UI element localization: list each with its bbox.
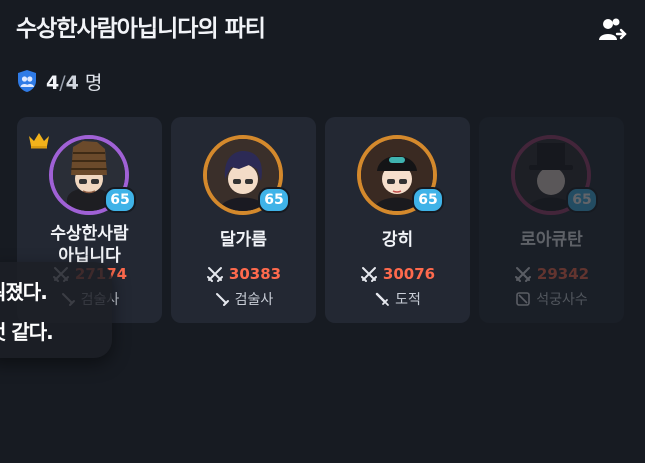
member-power-value: 30383 — [228, 265, 282, 283]
member-combat-power: 30076 — [325, 265, 470, 283]
member-name-line1: 수상한사람 — [50, 224, 129, 244]
party-manage-button[interactable] — [597, 16, 627, 44]
party-title: 수상한사람아닙니다의 파티 — [16, 16, 266, 42]
member-level-badge: 65 — [566, 187, 598, 213]
party-member-card[interactable]: 65 강히 30076 도적 — [325, 117, 470, 323]
member-job: 석궁사수 — [479, 289, 624, 309]
crown-icon — [29, 133, 49, 149]
member-job: 도적 — [325, 289, 470, 309]
member-combat-power: 29342 — [479, 265, 624, 283]
member-job: 검술사 — [171, 289, 316, 309]
crossed-swords-icon — [514, 267, 531, 282]
member-name: 강히 — [381, 230, 414, 250]
party-manage-icon — [599, 18, 627, 40]
member-combat-power: 30383 — [171, 265, 316, 283]
party-current-count: 4 — [46, 71, 60, 94]
party-member-count: 4/4 명 — [16, 67, 102, 95]
system-message-toast: 워졌다. 것 같다. — [0, 262, 112, 358]
member-level-badge: 65 — [412, 187, 444, 213]
crossbow-icon — [516, 292, 531, 306]
member-power-value: 30076 — [382, 265, 436, 283]
party-member-card[interactable]: 65 달가름 30383 검술사 — [171, 117, 316, 323]
member-level-badge: 65 — [104, 187, 136, 213]
party-member-card[interactable]: 65 로아큐탄 29342 석궁사수 — [479, 117, 624, 323]
member-job-label: 도적 — [395, 292, 421, 308]
member-name: 수상한사람 아닙니다 — [17, 223, 162, 267]
toast-line-1: 워졌다. — [0, 280, 48, 304]
crossed-swords-icon — [206, 267, 223, 282]
sword-icon — [215, 293, 229, 306]
party-max-count: 4 — [65, 71, 79, 94]
crossed-swords-icon — [360, 267, 377, 282]
member-job-label: 검술사 — [234, 292, 274, 308]
member-name: 달가름 — [220, 230, 267, 250]
party-header: 수상한사람아닙니다의 파티 — [16, 12, 629, 46]
party-members-icon — [18, 70, 36, 92]
member-power-value: 29342 — [536, 265, 590, 283]
toast-line-2: 것 같다. — [0, 320, 54, 344]
party-count-unit: 명 — [84, 71, 103, 94]
member-job-label: 석궁사수 — [536, 292, 588, 308]
dagger-icon — [375, 292, 390, 306]
member-level-badge: 65 — [258, 187, 290, 213]
member-name: 로아큐탄 — [520, 230, 583, 250]
